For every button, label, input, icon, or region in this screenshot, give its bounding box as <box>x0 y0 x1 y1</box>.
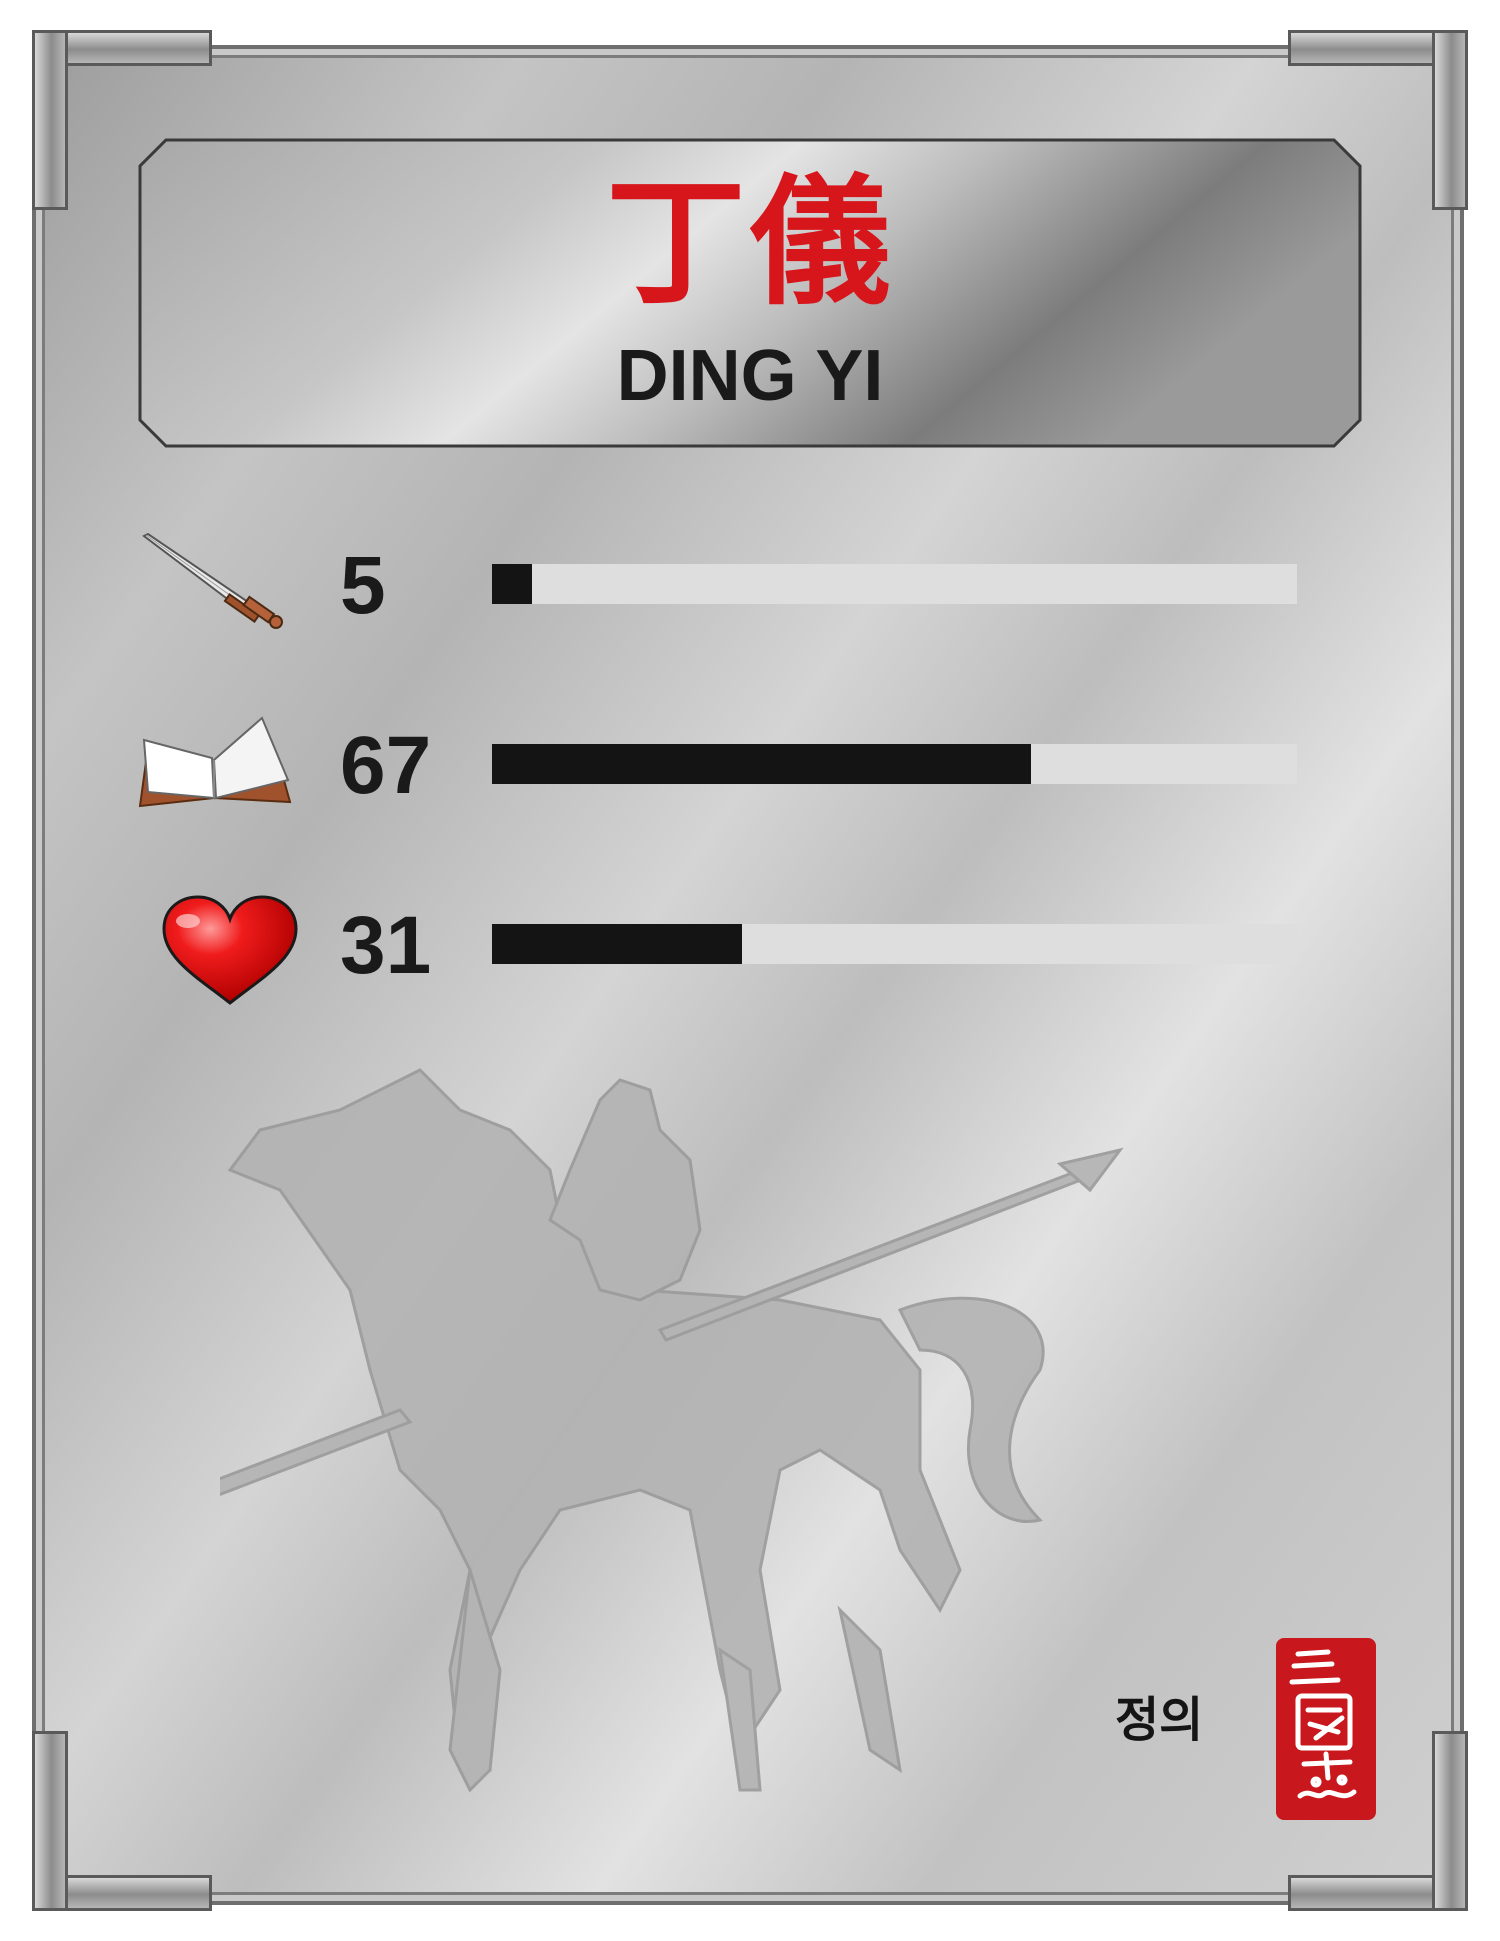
name-plate: 丁儀 DING YI <box>138 138 1362 448</box>
character-name-english: DING YI <box>616 336 884 416</box>
strength-value: 5 <box>340 540 386 631</box>
health-bar <box>492 924 1297 964</box>
health-bar-fill <box>492 924 742 964</box>
sword-icon <box>142 532 283 629</box>
stat-row-health: 31 <box>130 890 1330 1005</box>
book-icon <box>138 716 292 808</box>
character-name-chinese: 丁儀 <box>605 162 894 325</box>
strength-bar-fill <box>492 564 533 604</box>
stat-row-intelligence: 67 <box>130 710 1330 820</box>
three-kingdoms-seal <box>1276 1638 1376 1820</box>
seal-calligraphy-icon <box>1289 1649 1357 1799</box>
stat-row-strength: 5 <box>130 530 1330 640</box>
health-value: 31 <box>340 900 432 991</box>
strength-bar <box>492 564 1297 604</box>
character-name-korean: 정의 <box>1115 1692 1204 1748</box>
horseman-silhouette <box>220 1068 1124 1793</box>
heart-icon <box>162 895 298 1005</box>
intelligence-bar-fill <box>492 744 1032 784</box>
intelligence-bar <box>492 744 1297 784</box>
intelligence-value: 67 <box>340 720 432 811</box>
